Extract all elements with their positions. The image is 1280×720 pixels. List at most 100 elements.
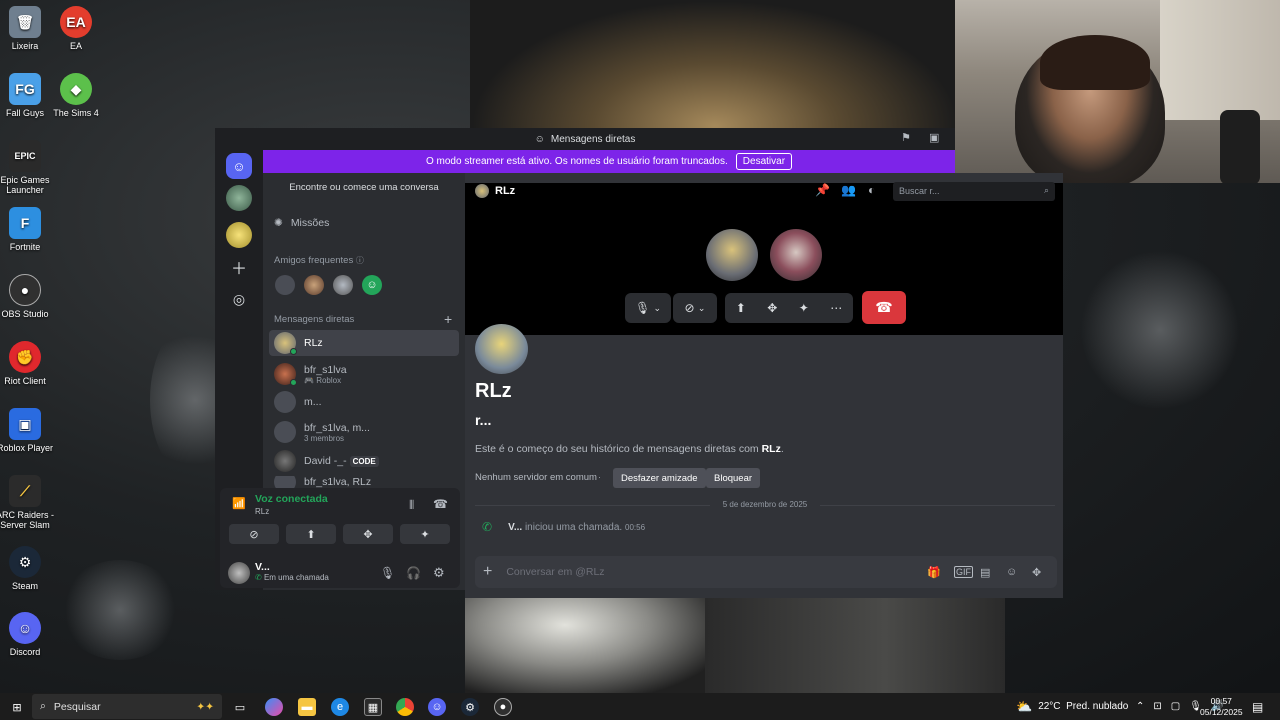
dm-item[interactable]: m... [269, 389, 459, 415]
discord-home-icon[interactable]: ☺ [226, 153, 252, 179]
server-icon[interactable] [226, 185, 252, 211]
desktop-icon-roblox[interactable]: ▣ Roblox Player [0, 408, 55, 453]
clock[interactable]: 00:57 05/12/2025 [1200, 693, 1243, 720]
add-server-icon[interactable]: ＋ [226, 254, 252, 280]
dm-item[interactable]: bfr_s1lva 🎮 Roblox [269, 360, 459, 388]
more-options-icon[interactable]: ⋯ [830, 301, 842, 315]
pin-icon[interactable]: 📌 [815, 183, 830, 197]
profile-avatar[interactable] [475, 324, 528, 374]
edge-icon[interactable]: e [331, 698, 349, 716]
weather-widget[interactable]: ⛅ 22°C Pred. nublado [1016, 693, 1128, 720]
disconnect-icon[interactable]: ☎ [433, 497, 448, 511]
group-avatar [274, 421, 296, 443]
friend-avatar[interactable]: ☺ [362, 275, 382, 295]
share-screen-button[interactable]: ⬆ [286, 524, 336, 544]
inbox-flag-icon[interactable]: ⚑ [901, 131, 917, 147]
search-placeholder: Buscar r... [899, 186, 940, 196]
dm-item[interactable]: David -_- CODE [269, 448, 459, 474]
cloudy-weather-icon: ⛅ [1016, 698, 1033, 714]
dm-item-rlz[interactable]: RLz [269, 330, 459, 356]
missions-link[interactable]: ✺ Missões [274, 217, 329, 229]
desktop-icon-label: EA [69, 41, 82, 51]
task-view-icon[interactable]: ▭ [231, 698, 249, 716]
phone-icon: ✆ [482, 520, 493, 534]
activities-button[interactable]: ✥ [343, 524, 393, 544]
network-icon[interactable]: ▢ [1171, 701, 1180, 712]
usb-icon[interactable]: ⊡ [1153, 701, 1161, 712]
explore-compass-icon[interactable]: ◎ [226, 286, 252, 312]
camera-toggle-button[interactable]: ⊘ ⌄ [673, 293, 717, 323]
hang-up-button[interactable]: ☎ [862, 291, 906, 324]
camera-off-button[interactable]: ⊘ [229, 524, 279, 544]
file-explorer-icon[interactable]: ▬ [298, 698, 316, 716]
desktop-icon-riot[interactable]: ✊ Riot Client [0, 341, 55, 386]
call-timestamp: 00:56 [625, 522, 646, 532]
settings-gear-icon[interactable]: ⚙ [433, 565, 445, 581]
camera-off-icon: ⊘ [684, 301, 695, 315]
user-profile-icon[interactable]: ◐ [868, 183, 875, 197]
chevron-down-icon: ⌄ [697, 302, 706, 313]
desktop-icon-epic[interactable]: EPIC Epic Games Launcher [0, 140, 55, 195]
notifications-icon[interactable]: ▤ [1252, 693, 1263, 720]
desktop-icon-ea[interactable]: EA EA [46, 6, 106, 51]
friend-avatar[interactable] [333, 275, 353, 295]
apps-icon[interactable]: ✥ [1032, 566, 1041, 579]
soundboard-icon[interactable]: ✦ [799, 301, 809, 315]
emoji-icon[interactable]: ☺ [1006, 566, 1017, 578]
chevron-up-icon[interactable]: ⌃ [1136, 701, 1144, 712]
avatar [274, 332, 297, 355]
microphone-icon[interactable]: 🎙 [380, 566, 395, 580]
message-input[interactable]: + Conversar em @RLz 🎁 GIF ▤ ☺ ✥ [475, 556, 1057, 588]
chrome-icon[interactable] [396, 698, 414, 716]
dm-item[interactable]: bfr_s1lva, m... 3 membros [269, 418, 459, 446]
desktop-icon-steam[interactable]: ⚙ Steam [0, 546, 55, 591]
copilot-icon[interactable] [265, 698, 283, 716]
server-icon[interactable] [226, 222, 252, 248]
add-friends-icon[interactable]: 👥 [841, 183, 856, 197]
gift-icon[interactable]: 🎁 [927, 566, 941, 579]
mic-toggle-button[interactable]: 🎙 ⌄ [625, 293, 671, 323]
create-dm-icon[interactable]: + [444, 311, 452, 327]
find-conversation-button[interactable]: Encontre ou comece uma conversa [265, 182, 463, 200]
frequent-friends-text: Amigos frequentes [274, 255, 354, 266]
desktop-icon-arc-raiders[interactable]: ⟋ ARC Raiders - Server Slam [0, 475, 55, 530]
taskbar-search[interactable]: ⌕ Pesquisar ✦✦ [32, 694, 222, 719]
windows-start-icon[interactable]: ⊞ [8, 698, 26, 716]
activities-icon: ✥ [363, 528, 373, 541]
user-avatar[interactable] [228, 562, 250, 584]
soundboard-button[interactable]: ✦ [400, 524, 450, 544]
missions-icon: ✺ [274, 217, 283, 229]
steam-taskbar-icon[interactable]: ⚙ [461, 698, 479, 716]
gif-icon[interactable]: GIF [954, 566, 973, 578]
popout-icon[interactable]: ▣ [929, 131, 945, 147]
obs-taskbar-icon[interactable]: ● [494, 698, 512, 716]
discord-taskbar-icon[interactable]: ☺ [428, 698, 446, 716]
noise-suppression-icon[interactable]: ⦀ [409, 498, 414, 513]
profile-name: RLz [475, 380, 512, 402]
discord-icon: ☺ [534, 133, 545, 145]
info-icon[interactable]: ⓘ [356, 256, 364, 265]
sticker-icon[interactable]: ▤ [980, 566, 990, 579]
screen-share-icon: ⬆ [306, 528, 316, 541]
desktop-icon-discord[interactable]: ☺ Discord [0, 612, 55, 657]
search-input[interactable]: Buscar r... ⌕ [893, 182, 1055, 201]
desktop-icon-obs[interactable]: ● OBS Studio [0, 274, 55, 319]
headphones-icon[interactable]: 🎧 [406, 566, 421, 580]
friend-avatar[interactable] [275, 275, 295, 295]
dm-item[interactable]: bfr_s1lva, RLz [269, 476, 459, 488]
block-button[interactable]: Bloquear [706, 468, 761, 488]
remove-friend-button[interactable]: Desfazer amizade [613, 468, 706, 488]
screen-share-icon[interactable]: ⬆ [736, 301, 746, 315]
desktop-icon-fortnite[interactable]: F Fortnite [0, 207, 55, 252]
desktop-icon-sims[interactable]: ◆ The Sims 4 [46, 73, 106, 118]
friend-avatar[interactable] [304, 275, 324, 295]
wallpaper-image [470, 0, 960, 140]
add-attachment-icon[interactable]: + [483, 563, 492, 581]
store-icon[interactable]: ▦ [364, 698, 382, 716]
call-participant-avatar [706, 229, 758, 281]
taskbar-search-label: Pesquisar [53, 700, 101, 713]
clock-time: 00:57 [1210, 695, 1232, 706]
phone-hangup-icon: ☎ [875, 299, 893, 315]
disable-streamer-button[interactable]: Desativar [735, 153, 793, 170]
activities-icon[interactable]: ✥ [767, 301, 777, 315]
